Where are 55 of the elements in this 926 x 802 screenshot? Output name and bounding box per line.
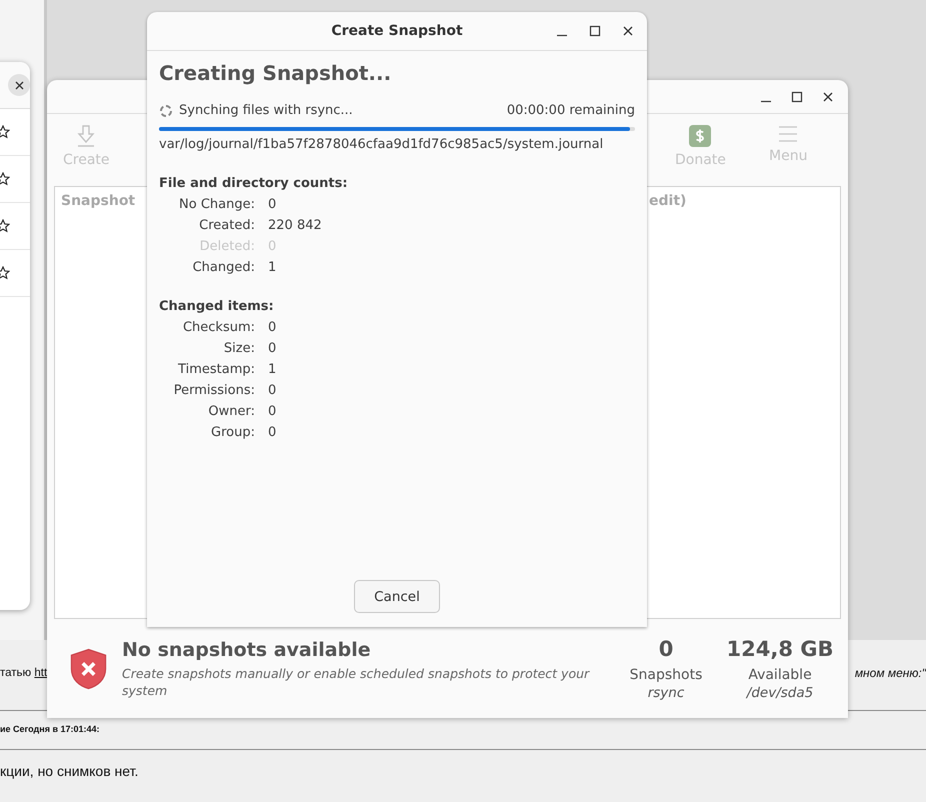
count-label: No Change:: [179, 197, 255, 212]
section-title: Changed items:: [159, 299, 275, 314]
close-icon: [14, 80, 24, 90]
count-label: Owner:: [208, 404, 255, 419]
status-description: Create snapshots manually or enable scheduled snapshots to protect your system: [122, 664, 591, 698]
menu-icon: [778, 124, 798, 144]
star-icon[interactable]: [0, 219, 10, 233]
count-value: 0: [268, 383, 276, 398]
remaining-time: 00:00:00 remaining: [506, 103, 635, 118]
star-icon[interactable]: [0, 125, 10, 139]
stat-label: Snapshots: [630, 666, 702, 682]
count-value: 0: [268, 320, 276, 335]
count-label: Group:: [211, 425, 255, 440]
stat-value: 124,8 GB: [726, 636, 834, 660]
count-value: 1: [268, 260, 276, 275]
count-label: Created:: [199, 218, 255, 233]
download-icon: [76, 124, 96, 148]
spinner-icon: [159, 104, 173, 118]
stat-detail: /dev/sda5: [746, 684, 814, 700]
star-icon[interactable]: [0, 266, 10, 280]
status-title: No snapshots available: [122, 638, 372, 660]
count-label: Permissions:: [174, 383, 255, 398]
post-header: ие Сегодня в 17:01:44:: [0, 724, 100, 734]
close-icon[interactable]: [822, 90, 834, 102]
file-path: var/log/journal/f1ba57f2878046cfaa9d1fd76c985ac5/system.journal: [159, 137, 604, 152]
stat-detail: rsync: [648, 684, 684, 700]
count-value: 0: [268, 404, 276, 419]
count-value: 0: [268, 197, 276, 212]
cancel-button[interactable]: Cancel: [354, 580, 440, 613]
section-title: File and directory counts:: [159, 176, 349, 191]
close-button[interactable]: [8, 74, 30, 96]
status-text: Synching files with rsync...: [179, 103, 353, 118]
count-value: 1: [268, 362, 276, 377]
count-label: Changed:: [192, 260, 255, 275]
count-label: Timestamp:: [178, 362, 255, 377]
close-icon[interactable]: [622, 25, 634, 37]
post-text: кции, но снимков нет.: [0, 763, 138, 779]
stat-value: 0: [658, 636, 674, 660]
forum-text: татью htt: [0, 667, 48, 679]
maximize-icon[interactable]: [791, 90, 803, 102]
maximize-icon[interactable]: [589, 25, 601, 37]
count-label: Size:: [224, 341, 255, 356]
count-value: 0: [268, 341, 276, 356]
column-header[interactable]: Snapshot: [61, 193, 136, 209]
count-value: 0: [268, 425, 276, 440]
forum-text: мном меню:": [854, 666, 926, 680]
dialog-heading: Creating Snapshot...: [159, 61, 392, 85]
window-title: Create Snapshot: [331, 23, 463, 39]
dollar-icon: [688, 124, 712, 148]
count-label: Checksum:: [182, 320, 255, 335]
stat-label: Available: [748, 666, 812, 682]
count-value: 220 842: [268, 218, 322, 233]
column-header[interactable]: edit): [649, 193, 686, 209]
link[interactable]: htt: [34, 667, 48, 679]
star-icon[interactable]: [0, 172, 10, 186]
